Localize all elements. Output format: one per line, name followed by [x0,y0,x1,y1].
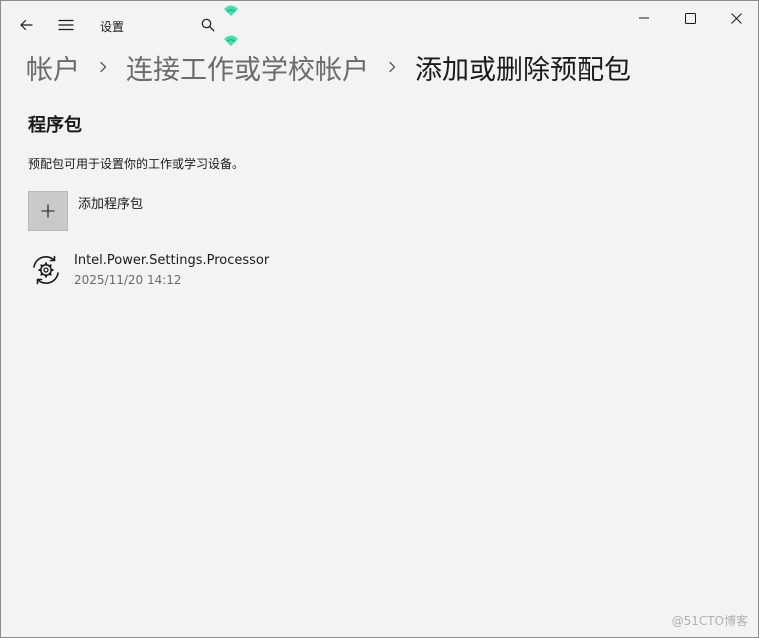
add-package-label[interactable]: 添加程序包 [78,193,143,212]
back-button[interactable] [10,9,42,41]
title-bar: 设置 [1,1,758,47]
breadcrumb: 帐户 连接工作或学校帐户 添加或删除预配包 [26,45,631,89]
close-icon [730,12,742,24]
back-arrow-icon [20,19,33,31]
section-description: 预配包可用于设置你的工作或学习设备。 [28,157,245,171]
navigation-menu-button[interactable] [50,9,82,41]
chevron-right-icon [80,61,126,73]
page-title: 添加或删除预配包 [415,54,631,86]
search-button[interactable] [192,9,224,41]
breadcrumb-item-work-school[interactable]: 连接工作或学校帐户 [126,48,369,87]
search-icon [201,18,215,32]
watermark: @51CTO博客 [671,614,748,628]
gear-sync-icon [33,255,59,285]
wifi-indicator-icon [224,5,238,16]
section-title: 程序包 [28,115,82,136]
maximize-icon [684,12,696,24]
breadcrumb-item-accounts[interactable]: 帐户 [26,48,80,87]
hamburger-menu-icon [58,19,74,31]
package-item[interactable] [30,254,62,286]
chevron-right-icon [369,61,415,73]
package-name[interactable]: Intel.Power.Settings.Processor [74,253,269,268]
add-package-button[interactable] [28,191,68,231]
minimize-icon [639,17,649,19]
package-date: 2025/11/20 14:12 [74,273,182,287]
minimize-button[interactable] [621,1,667,35]
plus-icon [41,204,55,218]
settings-window: 设置 帐户 连接工作或学校帐户 添加或删除预配包 程序包 预配包可用于设置你的工… [0,0,759,638]
maximize-button[interactable] [667,1,713,35]
app-title: 设置 [100,20,125,34]
close-button[interactable] [713,1,758,35]
